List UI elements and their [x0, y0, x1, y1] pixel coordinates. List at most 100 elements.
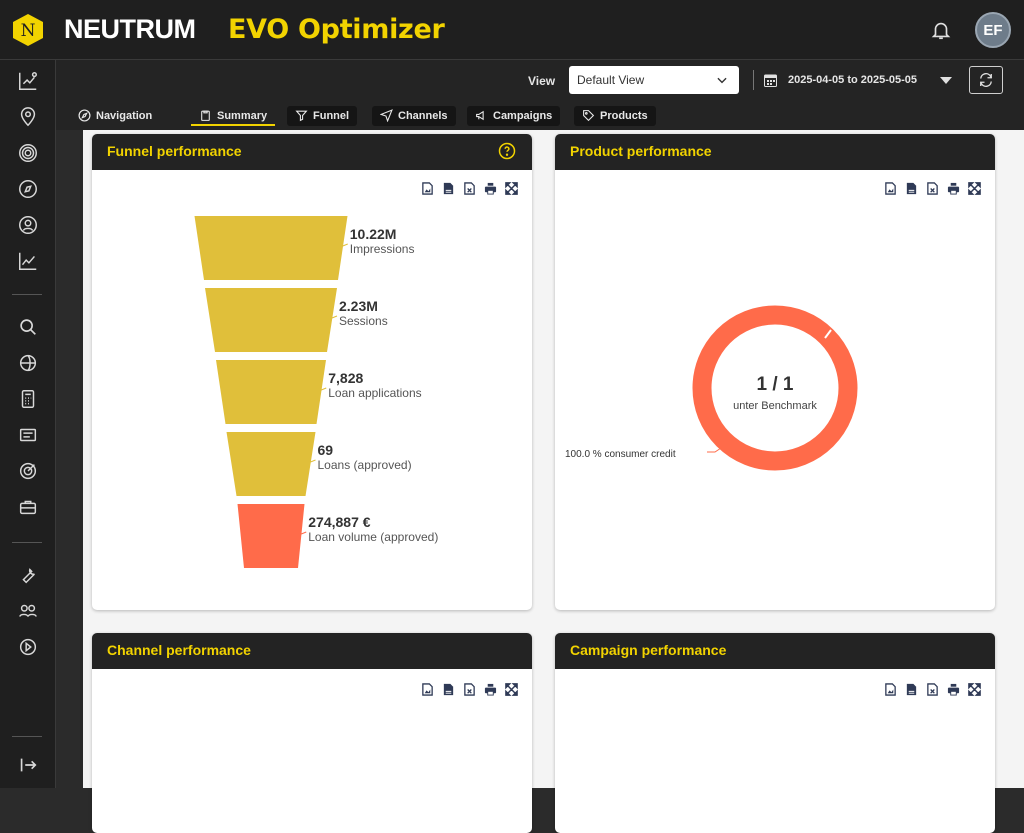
- funnel-stage-label: 7,828 Loan applications: [328, 370, 421, 400]
- tab-label: Campaigns: [493, 110, 553, 122]
- pdf-export-icon[interactable]: [442, 683, 455, 696]
- target-icon[interactable]: [17, 142, 39, 164]
- calculator-icon[interactable]: [17, 388, 39, 410]
- location-icon[interactable]: [17, 106, 39, 128]
- sidebar-divider: [12, 294, 42, 295]
- funnel-stage-value: 2.23M: [339, 298, 378, 314]
- campaign-performance-card: Campaign performance: [555, 633, 995, 833]
- view-select-value: Default View: [577, 73, 645, 87]
- brand-name: NEUTRUM: [64, 14, 196, 44]
- funnel-stage[interactable]: [205, 288, 337, 352]
- donut-slice-label: 100.0 % consumer credit: [565, 449, 676, 460]
- tab-channels[interactable]: Channels: [372, 106, 456, 126]
- donut-center: 1 / 1 unter Benchmark: [715, 374, 835, 412]
- excel-export-icon[interactable]: [926, 683, 939, 696]
- funnel-stage[interactable]: [226, 432, 316, 496]
- tab-bar: Navigation Summary Funnel Channels Campa…: [56, 102, 1024, 130]
- tag-icon: [583, 110, 595, 122]
- funnel-stage-value: 7,828: [328, 370, 364, 386]
- card-title-text: Product performance: [570, 143, 712, 159]
- funnel-stage-name: Loans (approved): [317, 458, 412, 472]
- product-name: EVO Optimizer: [228, 14, 445, 45]
- pdf-export-icon[interactable]: [905, 683, 918, 696]
- funnel-stage-name: Loan applications: [328, 386, 422, 400]
- briefcase-icon[interactable]: [17, 496, 39, 518]
- funnel-stage[interactable]: [194, 216, 348, 280]
- card-title: Channel performance: [92, 633, 532, 669]
- tab-label: Products: [600, 110, 648, 122]
- card-title: Product performance: [555, 134, 995, 170]
- svg-text:N: N: [21, 21, 36, 41]
- goal-icon[interactable]: [17, 460, 39, 482]
- date-range[interactable]: 2025-04-05 to 2025-05-05: [788, 74, 917, 86]
- excel-export-icon[interactable]: [463, 683, 476, 696]
- view-label: View: [528, 74, 556, 88]
- top-bar: N NEUTRUM EVO Optimizer EF: [0, 0, 1024, 60]
- compass-icon: [78, 109, 91, 122]
- fullscreen-icon[interactable]: [968, 683, 981, 696]
- logo-icon[interactable]: N: [12, 13, 44, 47]
- refresh-icon: [980, 73, 992, 87]
- collapse-icon[interactable]: [17, 754, 39, 776]
- funnel-stage[interactable]: [237, 504, 305, 568]
- tab-funnel[interactable]: Funnel: [287, 106, 358, 126]
- search-icon[interactable]: [17, 316, 39, 338]
- donut-center-label: unter Benchmark: [733, 400, 817, 412]
- wrench-icon[interactable]: [17, 564, 39, 586]
- view-select[interactable]: Default View: [569, 66, 739, 94]
- export-toolbar: [413, 683, 518, 697]
- print-icon[interactable]: [947, 683, 960, 696]
- date-range-dropdown-icon[interactable]: [940, 77, 952, 84]
- funnel-stage-label: 69 Loans (approved): [318, 442, 412, 472]
- funnel-stage-value: 69: [317, 442, 334, 458]
- chevron-down-icon: [717, 77, 727, 84]
- export-toolbar: [876, 683, 981, 697]
- globe-icon[interactable]: [17, 352, 39, 374]
- tab-label: Navigation: [96, 110, 153, 122]
- product-performance-card: Product performance 1 / 1 unter Benchmar…: [555, 134, 995, 610]
- funnel-stage-label: 274,887 € Loan volume (approved): [308, 514, 438, 544]
- tab-label: Channels: [398, 110, 448, 122]
- tab-label: Summary: [217, 110, 268, 122]
- compass-icon[interactable]: [17, 178, 39, 200]
- control-bar: View Default View 2025-04-05 to 2025-05-…: [56, 60, 1024, 102]
- filter-icon: [295, 110, 308, 122]
- funnel-stage-name: Impressions: [349, 242, 415, 256]
- list-icon[interactable]: [17, 424, 39, 446]
- users-icon[interactable]: [17, 600, 39, 622]
- trend-icon[interactable]: [17, 250, 39, 272]
- card-title-text: Funnel performance: [107, 143, 242, 159]
- avatar[interactable]: EF: [975, 12, 1011, 48]
- user-search-icon[interactable]: [17, 214, 39, 236]
- card-title-text: Campaign performance: [570, 642, 727, 658]
- tab-navigation[interactable]: Navigation: [70, 106, 160, 126]
- analytics-icon[interactable]: [17, 70, 39, 92]
- image-export-icon[interactable]: [421, 683, 434, 696]
- funnel-chart: [194, 216, 348, 568]
- funnel-stage[interactable]: [216, 360, 326, 424]
- main-content: Funnel performance 10.22M Impressions 2.23…: [80, 130, 1024, 833]
- help-icon[interactable]: [498, 142, 516, 160]
- card-title: Campaign performance: [555, 633, 995, 669]
- sidebar-divider: [12, 736, 42, 737]
- bell-icon[interactable]: [930, 19, 952, 41]
- sidebar-divider: [12, 542, 42, 543]
- megaphone-icon: [476, 110, 484, 121]
- tab-summary[interactable]: Summary: [191, 106, 276, 126]
- calendar-icon[interactable]: [764, 73, 777, 87]
- refresh-button[interactable]: [969, 66, 1003, 94]
- clipboard-icon: [201, 110, 210, 121]
- card-title: Funnel performance: [92, 134, 532, 170]
- play-icon[interactable]: [17, 636, 39, 658]
- funnel-stage-value: 274,887 €: [308, 514, 371, 530]
- divider: [753, 70, 754, 90]
- sidebar: [0, 60, 56, 788]
- donut-center-value: 1 / 1: [756, 374, 794, 395]
- image-export-icon[interactable]: [884, 683, 897, 696]
- tab-products[interactable]: Products: [574, 106, 656, 126]
- funnel-stage-label: 2.23M Sessions: [339, 298, 388, 328]
- tab-campaigns[interactable]: Campaigns: [467, 106, 561, 126]
- fullscreen-icon[interactable]: [505, 683, 518, 696]
- tab-label: Funnel: [313, 110, 350, 122]
- print-icon[interactable]: [484, 683, 497, 696]
